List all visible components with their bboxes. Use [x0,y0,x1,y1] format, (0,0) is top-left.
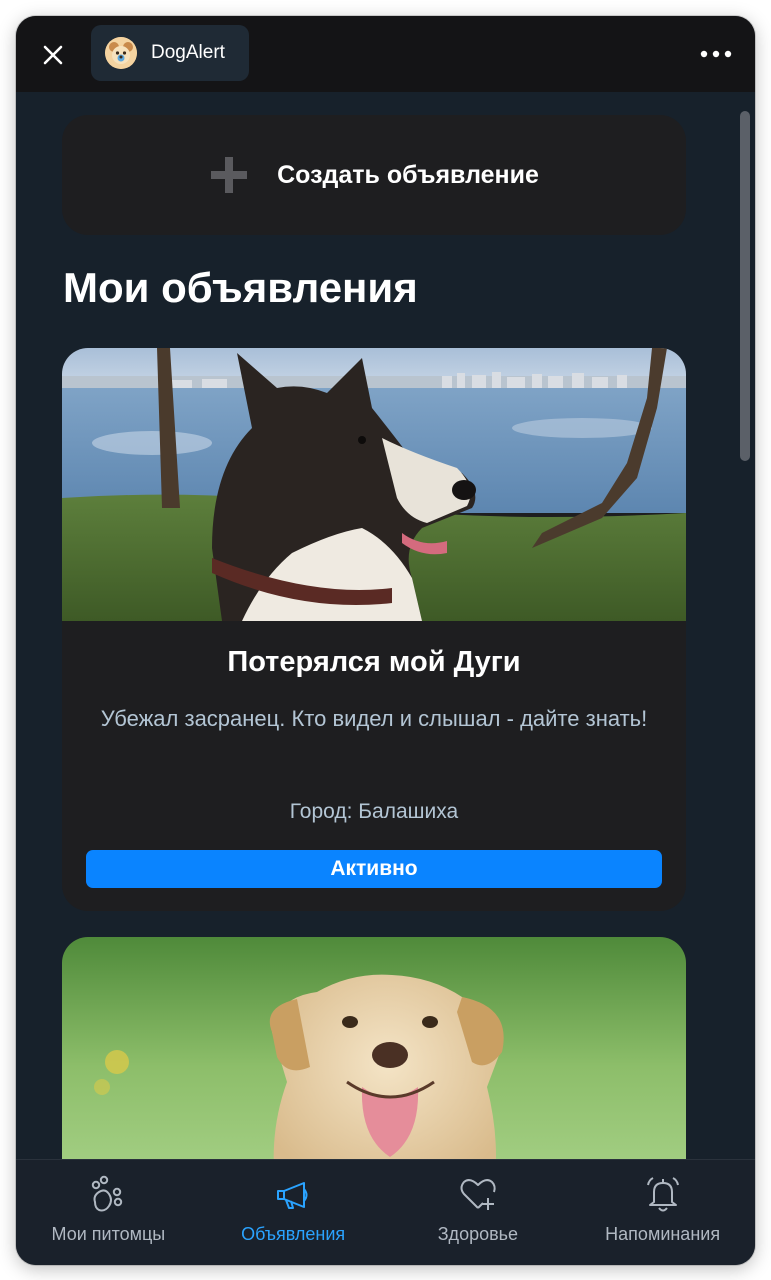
listing-description: Убежал засранец. Кто видел и слышал - да… [100,706,648,731]
create-listing-button[interactable]: Создать объявление [62,115,686,235]
megaphone-icon [277,1182,308,1209]
close-button[interactable] [38,40,68,70]
app-logo-icon [105,37,137,69]
status-active-button[interactable]: Активно [86,850,662,888]
app-title-pill[interactable]: DogAlert [91,25,249,81]
tab-label: Объявления [241,1224,346,1244]
tab-listings[interactable]: Объявления [201,1160,386,1265]
listing-city: Город: Балашиха [289,800,459,823]
dog-photo [62,937,686,1197]
more-dots-icon [700,50,732,58]
app-title: DogAlert [151,42,225,63]
listing-card[interactable] [62,937,686,1197]
more-options-button[interactable] [699,42,733,66]
paw-icon [92,1175,123,1212]
listing-card[interactable]: Потерялся мой Дуги Убежал засранец. Кто … [62,348,686,911]
close-icon [43,45,63,65]
tab-my-pets[interactable]: Мои питомцы [16,1160,201,1265]
app-window: DogAlert Создать объявление Мои объявлен… [16,16,755,1265]
tab-label: Здоровье [437,1224,519,1244]
heart-plus-icon [460,1179,496,1210]
tab-label: Мои питомцы [51,1224,166,1244]
listing-title: Потерялся мой Дуги [227,646,521,678]
dog-photo [62,348,686,621]
top-bar: DogAlert [16,16,755,92]
tab-label: Напоминания [605,1224,721,1244]
scrollbar-thumb[interactable] [740,111,750,461]
section-title: Мои объявления [63,264,418,311]
tab-health[interactable]: Здоровье [386,1160,571,1265]
tab-reminders[interactable]: Напоминания [570,1160,755,1265]
plus-icon [211,157,248,193]
bottom-tab-bar: Мои питомцы Объявления Здоровье Напомина… [16,1159,755,1265]
bell-icon [646,1177,679,1212]
create-listing-label: Создать объявление [277,160,539,189]
scrollbar[interactable] [738,111,750,1159]
